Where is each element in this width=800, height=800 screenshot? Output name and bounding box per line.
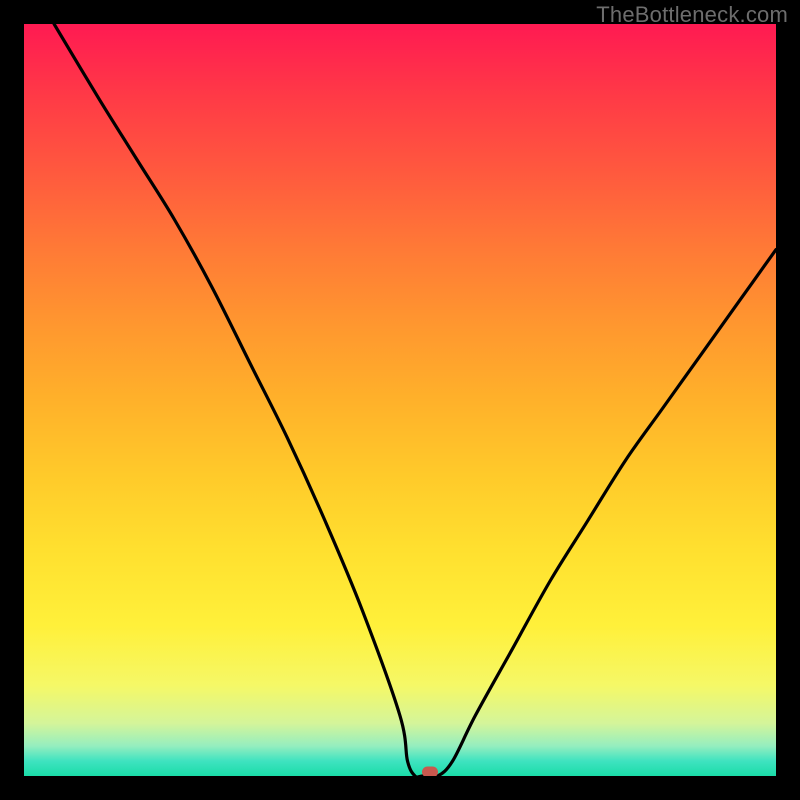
bottleneck-curve [24,24,776,776]
optimal-point-marker [422,767,438,777]
chart-frame: TheBottleneck.com [0,0,800,800]
plot-area [24,24,776,776]
watermark-text: TheBottleneck.com [596,2,788,28]
